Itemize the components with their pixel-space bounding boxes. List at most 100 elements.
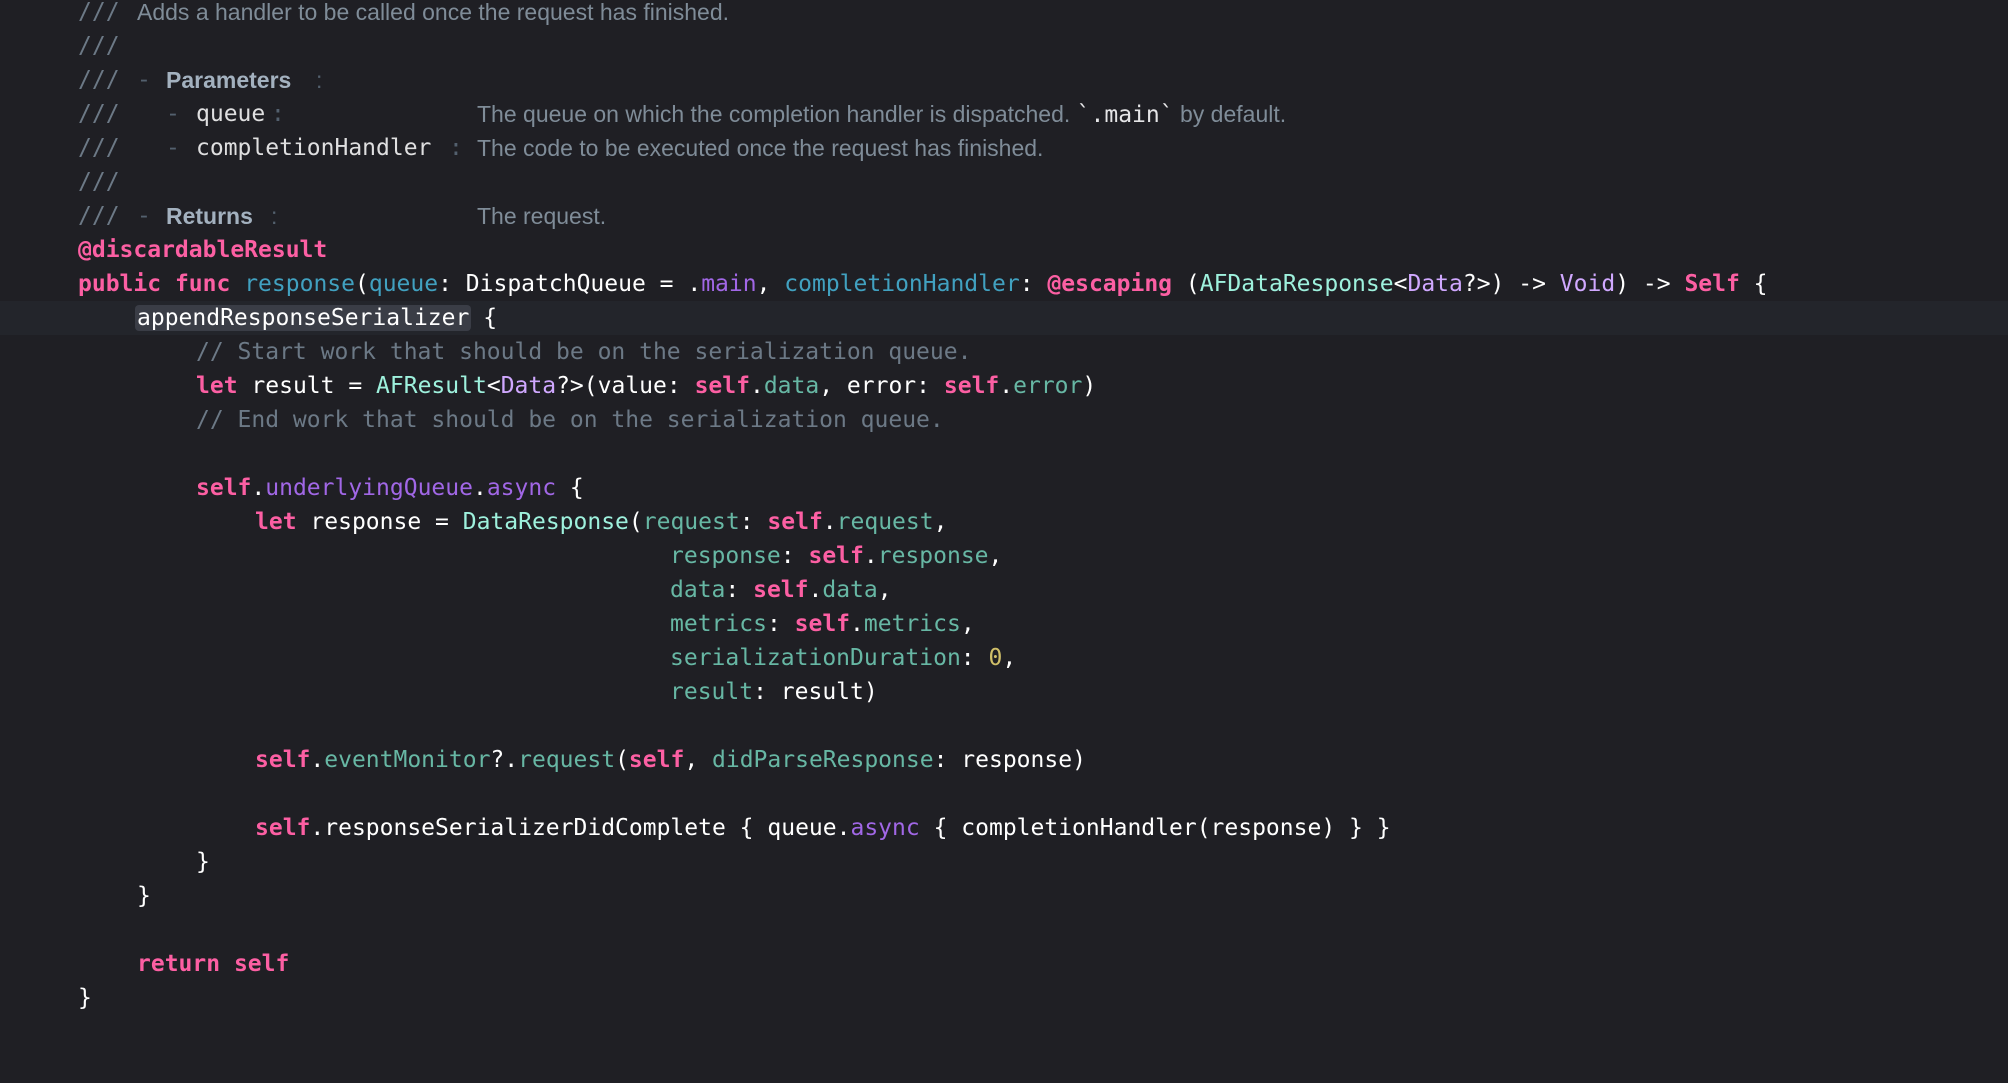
doc-inline-code: `.main` [1076, 102, 1174, 128]
keyword: self [628, 747, 685, 773]
doc-comment-marker: /// [78, 33, 120, 59]
argument-label: serializationDuration [670, 645, 961, 671]
member: request [836, 509, 934, 535]
parameter-label: completionHandler [784, 271, 1020, 297]
code-line[interactable]: self.underlyingQueue.async { [0, 471, 2008, 505]
comment: // Start work that should be on the seri… [196, 339, 972, 365]
member: response [877, 543, 989, 569]
doc-bullet: - [166, 101, 180, 127]
parameter-label: queue [368, 271, 439, 297]
type-name: DispatchQueue [465, 271, 646, 297]
doc-colon: : [449, 135, 463, 161]
code-line[interactable] [0, 709, 2008, 743]
number-literal: 0 [988, 645, 1003, 671]
keyword: func [174, 271, 231, 297]
code-editor[interactable]: /// Adds a handler to be called once the… [0, 0, 2008, 1028]
keyword: self [694, 373, 750, 399]
variable: result [251, 373, 335, 399]
doc-param-name: completionHandler [196, 135, 432, 161]
selected-identifier[interactable]: appendResponseSerializer [135, 305, 472, 331]
code-line[interactable]: /// - Returns : The request. [0, 199, 2008, 233]
argument-label: didParseResponse [712, 747, 934, 773]
variable: queue [767, 815, 837, 841]
keyword: self [255, 815, 311, 841]
doc-param-desc: The code to be executed once the request… [477, 135, 1044, 161]
doc-colon: : [316, 67, 323, 93]
keyword: self [196, 475, 252, 501]
keyword: Self [1684, 271, 1740, 297]
variable: response [310, 509, 422, 535]
doc-comment-marker: /// [78, 67, 120, 93]
code-line[interactable]: serializationDuration: 0, [0, 641, 2008, 675]
member: metrics [863, 611, 961, 637]
argument-label: result [670, 679, 754, 705]
code-line[interactable]: self.responseSerializerDidComplete { que… [0, 811, 2008, 845]
argument-label: error [846, 373, 917, 399]
attribute: @discardableResult [78, 237, 328, 263]
variable: response [1210, 815, 1322, 841]
code-line[interactable]: self.eventMonitor?.request(self, didPars… [0, 743, 2008, 777]
type-name: AFDataResponse [1199, 271, 1394, 297]
code-line[interactable]: /// - completionHandler : The code to be… [0, 131, 2008, 165]
comment: // End work that should be on the serial… [196, 407, 944, 433]
argument-label: response [670, 543, 781, 569]
argument-label: data [670, 577, 726, 603]
code-line[interactable]: result: result) [0, 675, 2008, 709]
code-line[interactable]: } [0, 879, 2008, 913]
member: async [486, 475, 557, 501]
current-line-highlight[interactable]: appendResponseSerializer { [0, 301, 2008, 335]
keyword: public [78, 271, 162, 297]
code-line[interactable]: let response = DataResponse(request: sel… [0, 505, 2008, 539]
code-line[interactable]: response: self.response, [0, 539, 2008, 573]
doc-bullet: - [166, 135, 180, 161]
variable: response [961, 747, 1073, 773]
code-line[interactable]: let result = AFResult<Data?>(value: self… [0, 369, 2008, 403]
code-line[interactable]: return self [0, 947, 2008, 981]
code-line[interactable]: data: self.data, [0, 573, 2008, 607]
code-line[interactable]: @discardableResult [0, 233, 2008, 267]
code-line[interactable]: public func response(queue: DispatchQueu… [0, 267, 2008, 301]
doc-parameters-label: Parameters [166, 67, 292, 93]
doc-comment-marker: /// [78, 101, 120, 127]
doc-param-desc: The queue on which the completion handle… [477, 97, 1286, 132]
keyword: self [233, 951, 290, 977]
code-line[interactable]: } [0, 845, 2008, 879]
code-line[interactable] [0, 913, 2008, 947]
doc-comment-marker: /// [78, 0, 120, 25]
code-line[interactable]: /// [0, 165, 2008, 199]
member: async [850, 815, 920, 841]
code-line[interactable] [0, 437, 2008, 471]
member: main [701, 271, 757, 297]
doc-comment-marker: /// [78, 203, 120, 229]
code-line[interactable]: /// - queue : The queue on which the com… [0, 97, 2008, 131]
member: error [1013, 373, 1083, 399]
keyword: self [753, 577, 809, 603]
code-line[interactable] [0, 777, 2008, 811]
doc-comment-marker: /// [78, 135, 120, 161]
code-line[interactable]: /// [0, 29, 2008, 63]
attribute: @escaping [1047, 271, 1173, 297]
doc-param-name: queue [196, 101, 266, 127]
doc-comment-marker: /// [78, 169, 120, 195]
function-name: response [244, 271, 355, 297]
type-name: AFResult [376, 373, 487, 399]
keyword: self [767, 509, 823, 535]
code-line[interactable]: /// Adds a handler to be called once the… [0, 0, 2008, 29]
doc-colon: : [271, 101, 285, 127]
code-line[interactable]: metrics: self.metrics, [0, 607, 2008, 641]
code-line[interactable]: // End work that should be on the serial… [0, 403, 2008, 437]
doc-bullet: - [137, 67, 151, 93]
keyword: self [794, 611, 851, 637]
code-line[interactable]: /// - Parameters : [0, 63, 2008, 97]
argument-label: metrics [670, 611, 767, 637]
keyword: self [808, 543, 864, 569]
argument-label: value [597, 373, 667, 399]
code-line[interactable]: // Start work that should be on the seri… [0, 335, 2008, 369]
member: eventMonitor [324, 747, 491, 773]
doc-param-desc-text: by default. [1173, 101, 1287, 127]
code-line[interactable]: } [0, 981, 2008, 1015]
member: data [763, 373, 820, 399]
argument-label: request [642, 509, 740, 535]
doc-returns-label: Returns [166, 203, 253, 229]
keyword: let [196, 373, 238, 399]
